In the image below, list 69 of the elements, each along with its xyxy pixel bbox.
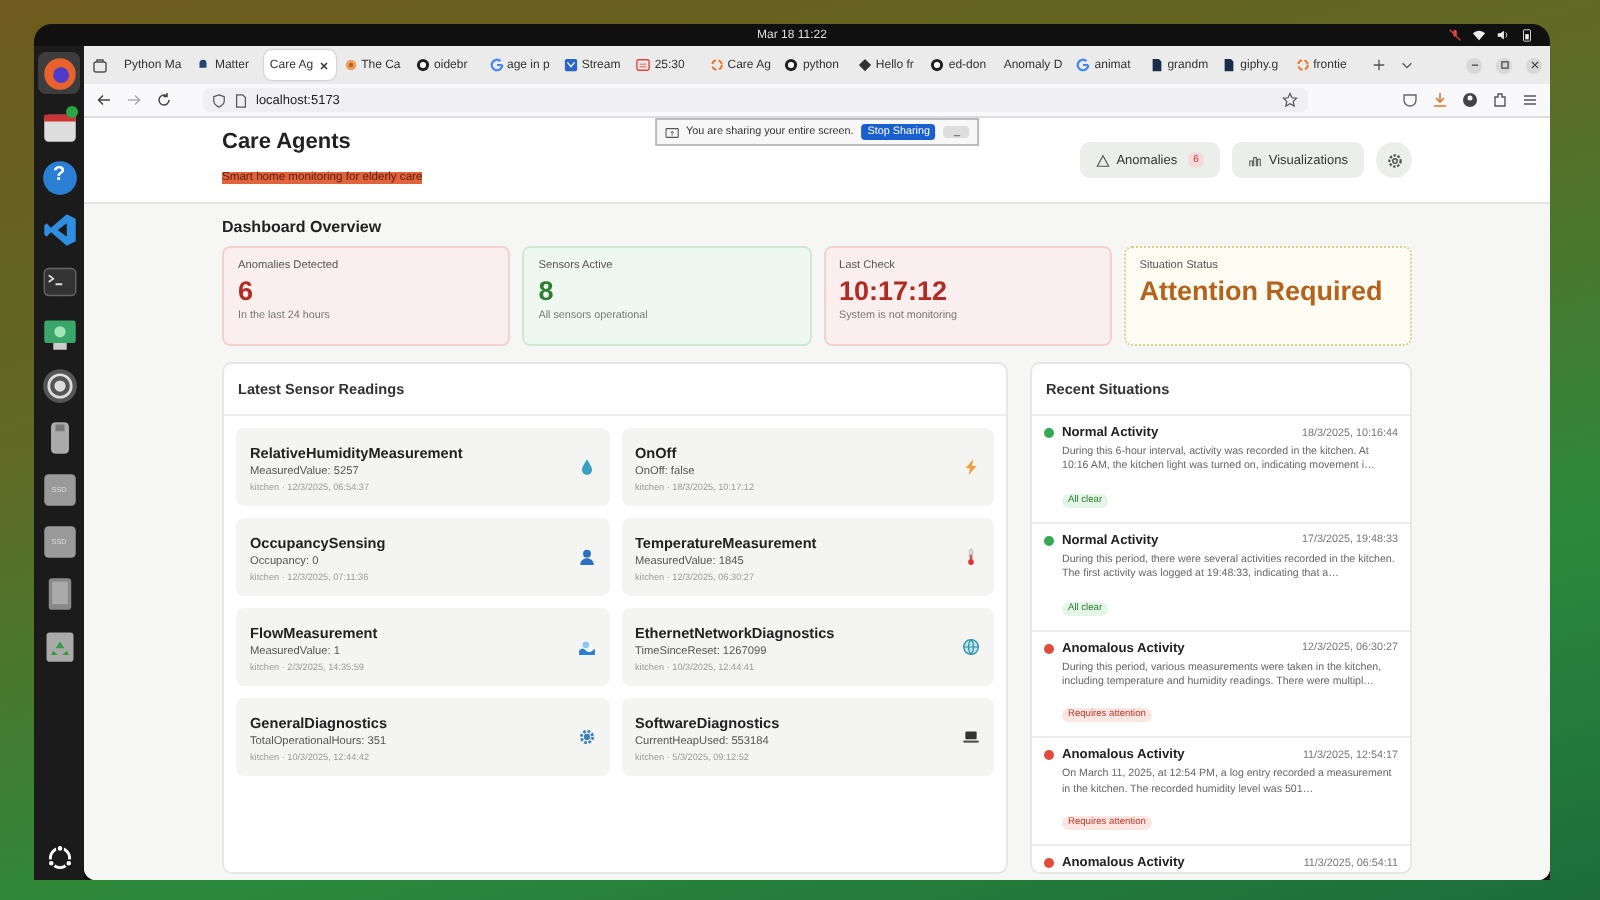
- favicon-icon: [1149, 58, 1164, 72]
- close-window-button[interactable]: [1526, 57, 1543, 73]
- tab-overview-icon[interactable]: [92, 57, 108, 73]
- favicon-icon: [636, 58, 651, 72]
- stat-value: 10:17:12: [839, 276, 950, 306]
- close-icon: [1529, 60, 1540, 70]
- volume-icon[interactable]: [1496, 28, 1510, 42]
- gear-icon: [577, 728, 595, 746]
- account-icon[interactable]: [1462, 92, 1478, 108]
- code-editor-app-icon[interactable]: [38, 208, 80, 250]
- settings-app-icon[interactable]: [38, 364, 80, 406]
- water-drop-icon: [577, 458, 595, 476]
- shield-icon: [212, 93, 226, 107]
- status-dot: [1044, 643, 1054, 654]
- microphone-muted-icon[interactable]: [1448, 28, 1462, 42]
- screen-share-icon: [664, 125, 679, 139]
- laptop-icon: [962, 728, 980, 746]
- gear-icon: [1385, 151, 1403, 169]
- chevron-down-icon[interactable]: [1400, 58, 1415, 72]
- favicon-icon: [416, 58, 431, 72]
- person-icon: [577, 548, 595, 566]
- favicon-icon: [709, 58, 724, 72]
- back-arrow-icon[interactable]: [96, 92, 112, 108]
- wifi-icon[interactable]: [1472, 28, 1486, 42]
- minimize-icon: [1469, 60, 1480, 70]
- calendar-app-icon[interactable]: [38, 104, 80, 146]
- plus-icon[interactable]: [1372, 58, 1387, 72]
- bar-chart-icon: [1248, 153, 1263, 167]
- status-dot: [1044, 750, 1054, 761]
- section-title: Dashboard Overview: [222, 218, 384, 236]
- battery-icon[interactable]: [1520, 28, 1534, 42]
- browser-app-icon[interactable]: [38, 52, 80, 94]
- bookmark-star-icon[interactable]: [1282, 92, 1298, 108]
- pocket-icon[interactable]: [1402, 92, 1418, 108]
- dock-icon-label: ?: [50, 166, 68, 186]
- status-dot: [1044, 858, 1054, 869]
- page-icon: [234, 93, 248, 107]
- menu-icon[interactable]: [1522, 92, 1538, 108]
- extensions-icon[interactable]: [1492, 92, 1508, 108]
- settings-button[interactable]: [1376, 142, 1412, 178]
- help-app-icon[interactable]: ?: [38, 156, 80, 198]
- minimize-button[interactable]: [1466, 57, 1483, 73]
- stat-value: 6: [238, 276, 256, 306]
- favicon-icon: [930, 58, 945, 72]
- ubuntu-logo-icon[interactable]: [45, 844, 73, 872]
- favicon-icon: [563, 58, 578, 72]
- close-icon[interactable]: [317, 59, 330, 71]
- favicon-icon: [196, 58, 211, 72]
- stat-value: 8: [538, 276, 556, 306]
- lightning-icon: [962, 458, 980, 476]
- status-dot: [1044, 428, 1054, 438]
- status-dot: [1044, 535, 1054, 546]
- stat-value: Attention Required: [1139, 276, 1385, 306]
- favicon-icon: [1076, 58, 1091, 72]
- reload-icon[interactable]: [156, 92, 172, 108]
- maximize-icon: [1499, 60, 1510, 70]
- wave-icon: [577, 638, 595, 656]
- thermometer-icon: [962, 548, 980, 566]
- download-icon[interactable]: [1432, 92, 1448, 108]
- favicon-icon: [857, 58, 872, 72]
- globe-icon: [962, 638, 980, 656]
- favicon-icon: [784, 58, 799, 72]
- favicon-icon: [1222, 58, 1237, 72]
- maximize-button[interactable]: [1496, 57, 1513, 73]
- app-title: Care Agents: [222, 130, 353, 154]
- warning-triangle-icon: [1096, 153, 1111, 167]
- favicon-icon: [1295, 58, 1310, 72]
- favicon-icon: [343, 58, 358, 72]
- favicon-icon: [489, 58, 503, 72]
